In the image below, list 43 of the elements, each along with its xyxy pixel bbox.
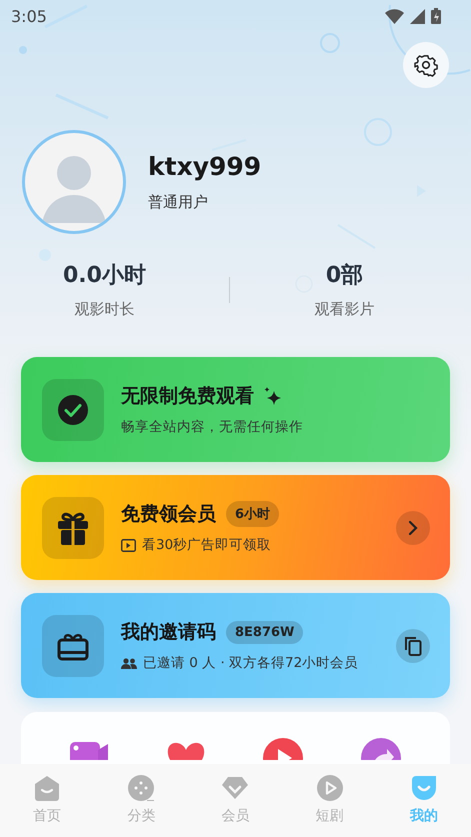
nav-tab[interactable]: 首页 [0,764,94,837]
signal-icon [410,8,425,24]
card-title: 无限制免费观看 [121,384,254,409]
stat-value: 0.0小时 [63,262,146,290]
user-level: 普通用户 [148,193,209,212]
chevron-icon [406,520,420,536]
sparkle-icon [264,387,282,405]
arrow-button[interactable] [396,510,430,544]
card-badge: 8E876W [226,620,304,644]
smile-icon [410,774,438,802]
status-time: 3:05 [11,6,47,26]
gear-icon [414,53,438,77]
stat-label: 观影时长 [74,300,134,319]
play-button-icon[interactable] [263,738,304,760]
card-title: 免费领会员 [121,502,216,527]
check-icon [57,394,89,426]
card-subtitle: 已邀请 0 人 · 双方各得72小时会员 [143,654,358,672]
free-card[interactable]: 无限制免费观看 畅享全站内容，无需任何操作 [21,357,450,462]
share-icon[interactable] [361,738,402,760]
nav-tab[interactable]: 分类 [94,764,188,837]
copy-icon [404,636,422,656]
battery-icon [431,8,441,24]
people-icon [121,658,137,668]
gift-icon [58,510,88,544]
invite-card[interactable]: 我的邀请码 8E876W 已邀请 0 人 · 双方各得72小时会员 [21,593,450,698]
card-badge: 6小时 [226,501,280,527]
card-subtitle: 畅享全站内容，无需任何操作 [121,418,303,436]
username: ktxy999 [148,152,262,181]
house-icon [33,774,62,802]
card-subtitle: 看30秒广告即可领取 [142,536,272,554]
wifi-icon [385,8,404,24]
stat-value: 0部 [326,262,364,290]
copy-button[interactable] [396,628,430,662]
nav-tab[interactable]: 我的 [376,764,471,837]
card-title: 我的邀请码 [121,620,216,645]
gift-card[interactable]: 免费领会员 6小时 看30秒广告即可领取 [21,475,450,580]
play-icon [316,774,344,802]
stat-label: 观看影片 [314,300,374,319]
nav-tab[interactable]: 短剧 [282,764,377,837]
film-reel-icon [127,774,156,802]
settings-button[interactable] [403,42,449,88]
play-icon [121,538,136,552]
nav-tab[interactable]: 会员 [188,764,283,837]
